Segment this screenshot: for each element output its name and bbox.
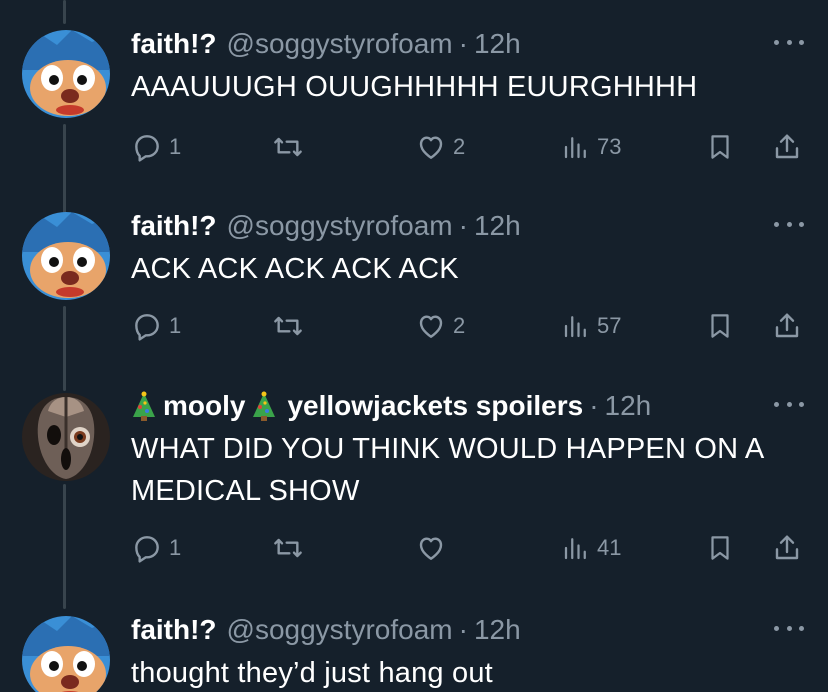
display-name[interactable]: faith!?: [131, 28, 217, 60]
separator-dot: ·: [458, 614, 468, 645]
share-button[interactable]: [771, 306, 803, 346]
timestamp[interactable]: 12h: [605, 390, 652, 422]
tweet-actions: 1 2 73: [131, 127, 811, 167]
tweet-header: faith!? @soggystyrofoam · 12h: [131, 206, 521, 246]
views-button[interactable]: 41: [561, 528, 621, 568]
views-count: 73: [597, 134, 622, 159]
tweet-text: AAAUUUGH OUUGHHHHH EUURGHHHH: [131, 71, 698, 103]
tweet-text: WHAT DID YOU THINK WOULD HAPPEN ON A MED…: [131, 433, 763, 507]
more-options-icon[interactable]: [774, 618, 804, 638]
like-button[interactable]: 2: [415, 306, 465, 346]
heart-icon: [419, 315, 443, 338]
christmas-tree-emoji: [251, 391, 277, 421]
like-count: 2: [453, 134, 466, 159]
timestamp[interactable]: 12h: [474, 614, 521, 646]
tweet[interactable]: faith!? @soggystyrofoam · 12h AAAUUUGH O…: [0, 24, 828, 184]
blue-hedgehog-avatar[interactable]: [22, 616, 110, 692]
views-count: 57: [597, 313, 622, 338]
heart-icon: [419, 537, 443, 560]
blue-hedgehog-avatar[interactable]: [22, 30, 110, 118]
like-button[interactable]: [415, 528, 447, 568]
more-options-icon[interactable]: [774, 32, 804, 52]
bookmark-button[interactable]: [705, 528, 735, 568]
timestamp[interactable]: 12h: [474, 28, 521, 60]
reply-button[interactable]: 1: [131, 306, 181, 346]
bookmark-icon: [711, 314, 729, 338]
christmas-tree-emoji: [131, 391, 157, 421]
tweet[interactable]: faith!? @soggystyrofoam · 12h ACK ACK AC…: [0, 206, 828, 366]
bookmark-button[interactable]: [705, 127, 735, 167]
views-button[interactable]: 73: [561, 127, 621, 167]
retweet-button[interactable]: [271, 127, 305, 167]
views-icon: [564, 538, 586, 560]
bookmark-icon: [711, 135, 729, 159]
separator-dot: ·: [458, 28, 468, 59]
tweet-header: faith!? @soggystyrofoam · 12h: [131, 24, 521, 64]
retweet-button[interactable]: [271, 528, 305, 568]
reply-count: 1: [169, 134, 182, 159]
retweet-icon: [274, 137, 302, 157]
retweet-button[interactable]: [271, 306, 305, 346]
user-handle[interactable]: @soggystyrofoam: [227, 28, 453, 60]
views-icon: [564, 137, 586, 159]
ghostface-mask-avatar[interactable]: [22, 393, 110, 481]
user-handle[interactable]: @soggystyrofoam: [227, 614, 453, 646]
like-count: 2: [453, 313, 466, 338]
tweet[interactable]: faith!? @soggystyrofoam · 12h thought th…: [0, 610, 828, 692]
bookmark-button[interactable]: [705, 306, 735, 346]
thread-line: [63, 0, 66, 24]
retweet-icon: [274, 316, 302, 336]
tweet-header: mooly yellowjackets spoilers · 12h: [131, 386, 651, 426]
separator-dot: ·: [589, 390, 599, 421]
views-count: 41: [597, 535, 622, 560]
heart-icon: [419, 136, 443, 159]
share-icon: [775, 134, 799, 159]
display-name[interactable]: faith!?: [131, 210, 217, 242]
share-icon: [775, 313, 799, 338]
display-name[interactable]: faith!?: [131, 614, 217, 646]
like-button[interactable]: 2: [415, 127, 465, 167]
reply-count: 1: [169, 313, 182, 338]
tweet-header: faith!? @soggystyrofoam · 12h: [131, 610, 521, 650]
separator-dot: ·: [458, 210, 468, 241]
reply-icon: [135, 135, 159, 162]
user-handle[interactable]: @soggystyrofoam: [227, 210, 453, 242]
bookmark-icon: [711, 536, 729, 560]
display-name[interactable]: mooly: [163, 390, 245, 422]
timestamp[interactable]: 12h: [474, 210, 521, 242]
views-button[interactable]: 57: [561, 306, 621, 346]
more-options-icon[interactable]: [774, 394, 804, 414]
share-button[interactable]: [771, 127, 803, 167]
tweet-actions: 1 2 57: [131, 306, 811, 346]
reply-icon: [135, 314, 159, 341]
user-handle[interactable]: yellowjackets spoilers: [287, 390, 583, 422]
tweet[interactable]: mooly yellowjackets spoilers · 12h WHAT …: [0, 386, 828, 586]
timeline: faith!? @soggystyrofoam · 12h AAAUUUGH O…: [0, 0, 828, 692]
tweet-actions: 1 41: [131, 528, 811, 568]
share-button[interactable]: [771, 528, 803, 568]
tweet-text: ACK ACK ACK ACK ACK: [131, 253, 459, 285]
retweet-icon: [274, 538, 302, 558]
reply-icon: [135, 536, 159, 563]
more-options-icon[interactable]: [774, 214, 804, 234]
views-icon: [564, 316, 586, 338]
reply-count: 1: [169, 535, 182, 560]
share-icon: [775, 535, 799, 560]
reply-button[interactable]: 1: [131, 528, 181, 568]
blue-hedgehog-avatar[interactable]: [22, 212, 110, 300]
reply-button[interactable]: 1: [131, 127, 181, 167]
tweet-text: thought they’d just hang out: [131, 657, 493, 689]
